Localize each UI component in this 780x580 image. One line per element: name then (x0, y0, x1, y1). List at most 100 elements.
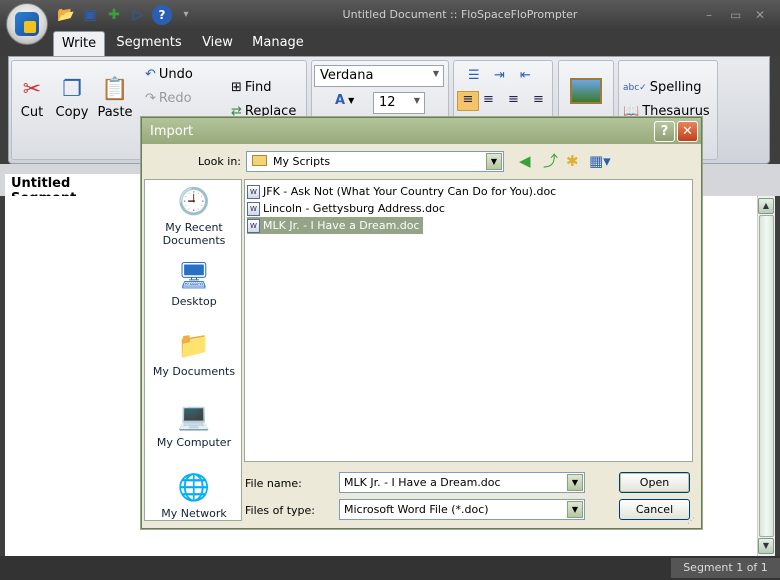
quick-access-toolbar: 📂 ▣ ✚ ▷ ? ▾ (52, 4, 212, 26)
play-icon[interactable]: ▷ (128, 5, 148, 25)
place-recent-documents[interactable]: 🕘 My Recent Documents (145, 186, 243, 247)
chevron-down-icon: ▼ (348, 96, 355, 105)
open-button[interactable]: Open (619, 472, 690, 493)
file-name: MLK Jr. - I Have a Dream.doc (263, 219, 420, 232)
window-title: Untitled Document :: FloSpaceFloPrompter (342, 8, 578, 21)
close-window-button[interactable]: ✕ (755, 8, 765, 22)
file-name-value: MLK Jr. - I Have a Dream.doc (344, 476, 501, 489)
minimize-button[interactable]: – (706, 8, 712, 22)
paste-icon: 📋 (101, 77, 129, 102)
tab-view[interactable]: View (195, 31, 240, 56)
look-in-select[interactable]: My Scripts ▼ (246, 151, 504, 172)
scissors-icon: ✂ (22, 77, 42, 102)
picture-icon[interactable] (570, 78, 602, 104)
computer-icon: 💻 (177, 402, 211, 432)
cut-button[interactable]: ✂ Cut (15, 75, 49, 120)
tab-write[interactable]: Write (53, 31, 105, 56)
file-list[interactable]: W JFK - Ask Not (What Your Country Can Do… (244, 179, 693, 462)
up-folder-icon[interactable]: ⤴ (543, 153, 558, 169)
undo-icon: ↶ (145, 67, 156, 82)
font-family-value: Verdana (320, 68, 374, 83)
redo-label: Redo (158, 91, 192, 106)
redo-icon: ↷ (145, 91, 156, 106)
help-icon[interactable]: ? (152, 5, 172, 25)
scroll-up-icon[interactable]: ▲ (758, 198, 774, 214)
font-color-icon: A (335, 93, 346, 108)
dialog-close-button[interactable]: ✕ (677, 121, 698, 142)
file-type-label: Files of type: (245, 504, 316, 517)
place-label: My Documents (152, 365, 236, 378)
dialog-title: Import (142, 118, 701, 144)
places-bar: 🕘 My Recent Documents 🖥 Desktop 📁 My Doc… (144, 179, 242, 521)
list-item-selected[interactable]: W MLK Jr. - I Have a Dream.doc (247, 217, 423, 234)
app-menu-button[interactable] (6, 3, 48, 45)
file-name-input[interactable]: MLK Jr. - I Have a Dream.doc ▼ (339, 472, 585, 493)
undo-button[interactable]: ↶ Undo (145, 67, 193, 82)
copy-label: Copy (55, 105, 89, 120)
new-folder-icon[interactable]: ✱ (566, 153, 579, 169)
chevron-down-icon: ▼ (486, 153, 502, 170)
font-family-select[interactable]: Verdana ▼ (314, 65, 444, 87)
network-icon: 🌐 (177, 473, 211, 503)
spelling-button[interactable]: abc✓ Spelling (623, 80, 702, 95)
restore-button[interactable]: ▭ (730, 8, 741, 22)
status-bar (0, 556, 780, 580)
binoculars-icon: ⊞ (231, 80, 242, 95)
chevron-down-icon: ▼ (567, 474, 583, 491)
place-my-network[interactable]: 🌐 My Network (145, 472, 243, 520)
open-folder-icon[interactable]: 📂 (56, 5, 76, 25)
scroll-down-icon[interactable]: ▼ (758, 538, 774, 554)
font-color-button[interactable]: A ▼ (335, 93, 354, 108)
file-type-value: Microsoft Word File (*.doc) (344, 503, 489, 516)
view-menu-icon[interactable]: ▦▾ (589, 153, 611, 169)
dialog-help-button[interactable]: ? (654, 121, 675, 142)
segment-count: Segment 1 of 1 (671, 558, 780, 578)
align-center-icon[interactable]: ≡ (483, 92, 494, 107)
justify-icon[interactable]: ≡ (533, 92, 544, 107)
scroll-thumb[interactable] (759, 215, 774, 537)
spelling-label: Spelling (649, 80, 702, 95)
cancel-button[interactable]: Cancel (619, 499, 690, 520)
qat-customize-icon[interactable]: ▾ (176, 5, 196, 25)
place-label: My Computer (156, 436, 232, 449)
place-desktop[interactable]: 🖥 Desktop (145, 260, 243, 308)
segment-tab[interactable]: Untitled Segment (5, 174, 140, 206)
look-in-label: Look in: (198, 155, 241, 168)
look-in-value: My Scripts (273, 155, 331, 168)
back-icon[interactable]: ◀ (519, 153, 531, 169)
tab-manage[interactable]: Manage (246, 31, 310, 56)
file-name-label: File name: (245, 477, 302, 490)
tab-segments[interactable]: Segments (108, 31, 190, 56)
font-size-select[interactable]: 12 ▼ (373, 92, 425, 114)
place-my-documents[interactable]: 📁 My Documents (145, 330, 243, 378)
app-logo-icon (15, 12, 39, 36)
find-button[interactable]: ⊞ Find (231, 80, 272, 95)
list-item[interactable]: W JFK - Ask Not (What Your Country Can Do… (247, 183, 559, 200)
cut-label: Cut (20, 105, 44, 120)
indent-decrease-icon[interactable]: ⇤ (520, 68, 531, 83)
vertical-scrollbar[interactable]: ▲ ▼ (757, 196, 775, 556)
file-name: JFK - Ask Not (What Your Country Can Do … (263, 185, 557, 198)
align-right-icon[interactable]: ≡ (508, 92, 519, 107)
find-label: Find (244, 80, 272, 95)
copy-button[interactable]: ❐ Copy (53, 75, 91, 120)
bullets-icon[interactable]: ☰ (468, 68, 480, 83)
file-type-select[interactable]: Microsoft Word File (*.doc) ▼ (339, 499, 585, 520)
save-icon[interactable]: ▣ (80, 5, 100, 25)
align-left-icon[interactable]: ≡ (457, 91, 479, 111)
redo-button[interactable]: ↷ Redo (145, 91, 192, 106)
paste-button[interactable]: 📋 Paste (95, 75, 135, 120)
indent-increase-icon[interactable]: ⇥ (494, 68, 505, 83)
chevron-down-icon: ▼ (567, 501, 583, 518)
spelling-icon: abc✓ (623, 82, 647, 93)
import-dialog: Import ? ✕ Look in: My Scripts ▼ ◀ ⤴ ✱ ▦… (141, 117, 702, 529)
copy-icon: ❐ (62, 77, 82, 102)
folder-documents-icon: 📁 (177, 331, 211, 361)
place-label: My Recent Documents (162, 221, 226, 247)
resize-grip-icon[interactable]: ⋰ (687, 516, 695, 525)
chevron-down-icon: ▼ (432, 69, 439, 78)
place-my-computer[interactable]: 💻 My Computer (145, 401, 243, 449)
chevron-down-icon: ▼ (413, 96, 420, 105)
new-icon[interactable]: ✚ (104, 5, 124, 25)
list-item[interactable]: W Lincoln - Gettysburg Address.doc (247, 200, 448, 217)
